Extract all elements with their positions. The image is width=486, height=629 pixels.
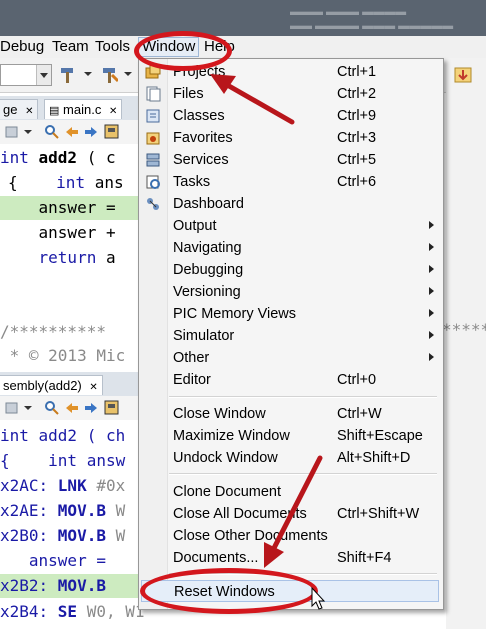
mouse-cursor-icon — [311, 586, 326, 610]
annotation-arrow-icon — [210, 74, 295, 125]
annotation-arrow-icon — [264, 455, 323, 568]
annotation-arrows — [210, 74, 326, 610]
